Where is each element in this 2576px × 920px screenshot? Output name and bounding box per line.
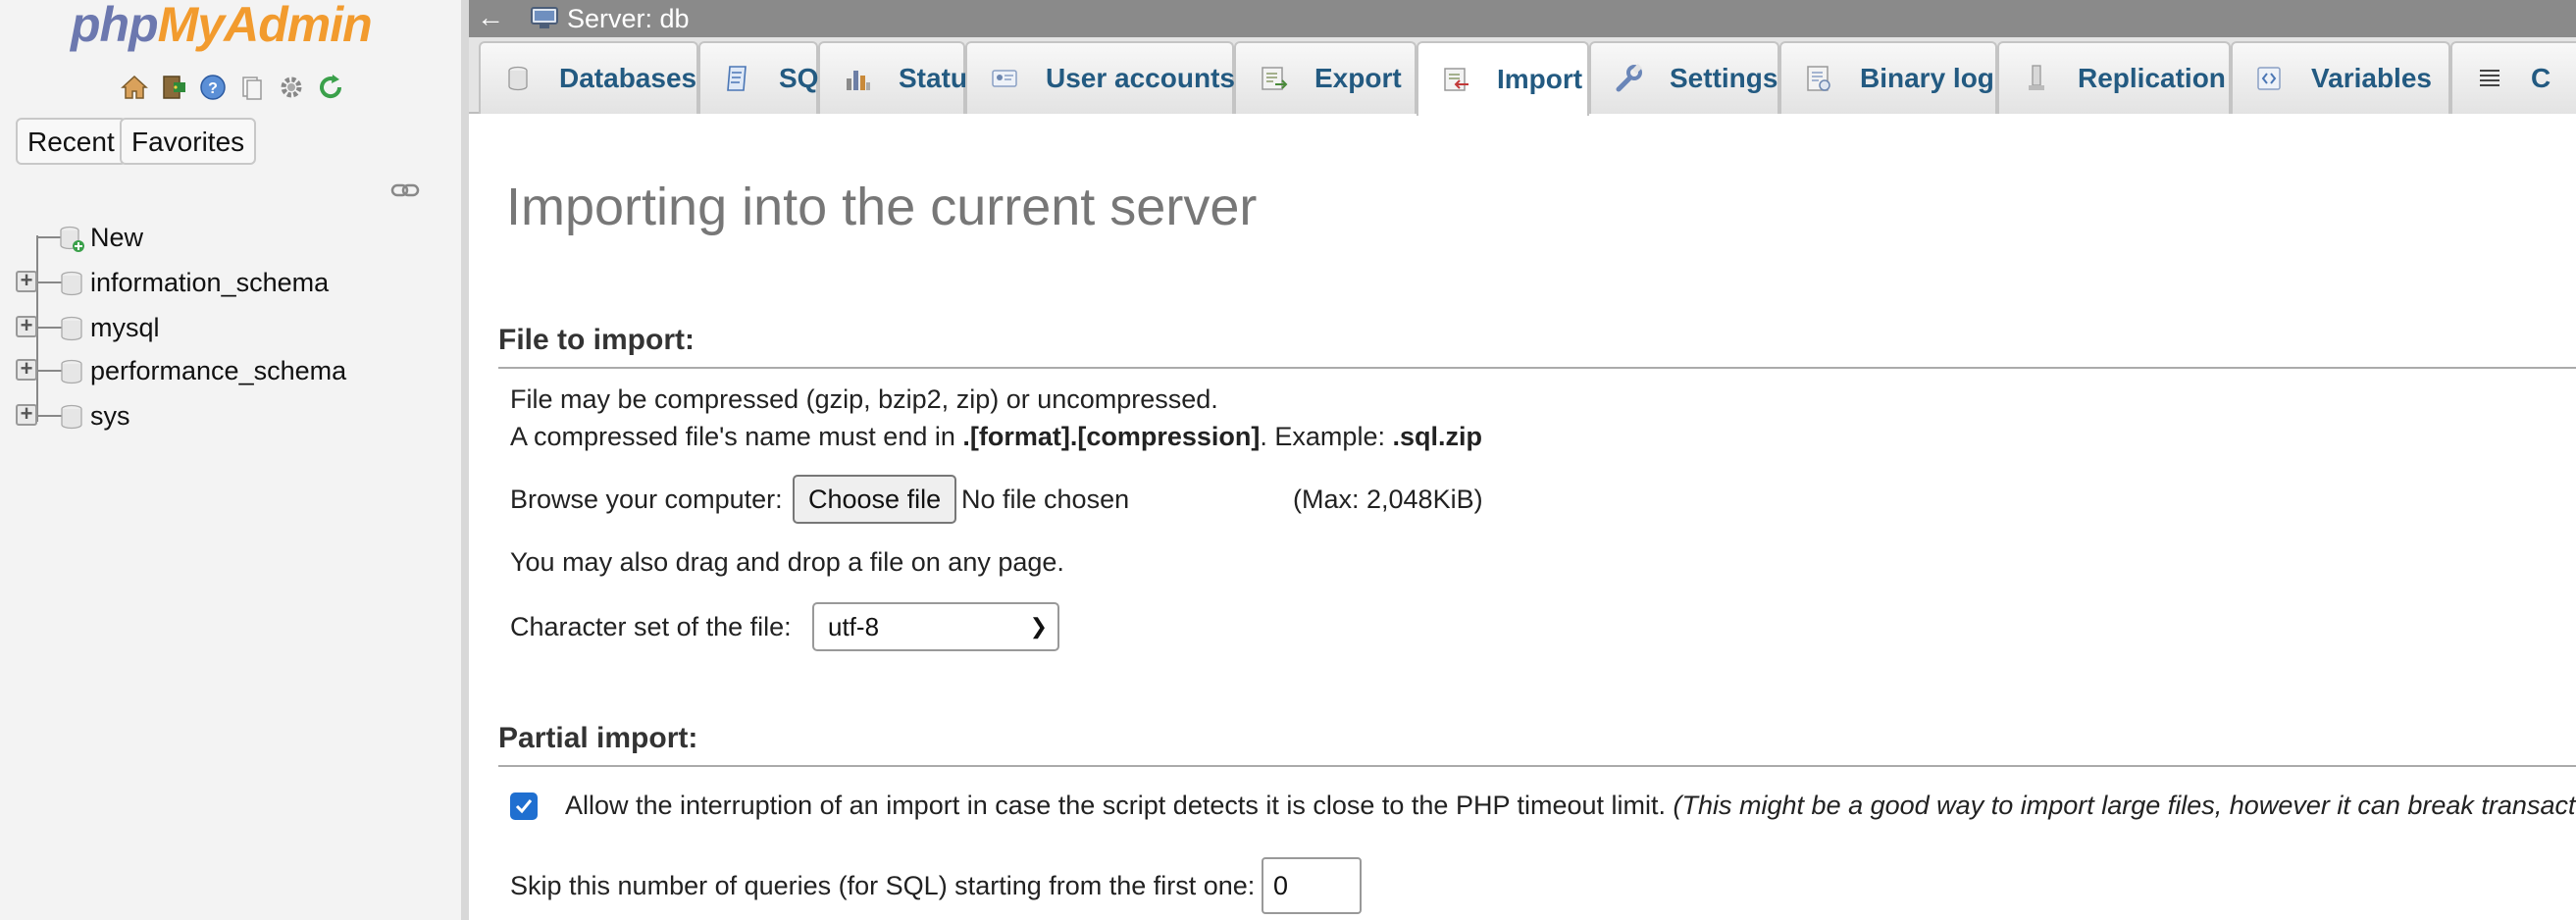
tab-label: Variables [2311,63,2432,93]
section-header-file-to-import: File to import: [498,324,2576,369]
tab-label: Import [1497,64,1583,94]
navigation-panel: phpMyAdmin ? Recent Favorites New + info… [0,0,469,920]
recent-tab[interactable]: Recent [16,118,127,165]
charset-selected-value: utf-8 [828,612,880,641]
binlog-icon [1807,66,1830,91]
import-page: Importing into the current server File t… [469,114,2576,920]
new-database-icon [60,226,84,252]
help-icon[interactable]: ? [196,71,230,104]
reload-icon[interactable] [314,71,347,104]
database-icon [61,404,82,430]
phpmyadmin-logo[interactable]: phpMyAdmin [71,0,373,53]
allow-interrupt-label[interactable]: Allow the interruption of an import in c… [565,791,1666,820]
tree-item-information-schema[interactable]: + information_schema [10,263,441,302]
checkmark-icon [515,799,533,814]
expand-plus-icon[interactable]: + [16,358,37,381]
page-title: Importing into the current server [506,178,1258,236]
tab-label: Replication [2078,63,2226,93]
logo-php-text: php [71,0,159,52]
tab-export[interactable]: Export [1234,41,1417,114]
tab-label: Export [1314,63,1402,93]
filename-note-example: .sql.zip [1392,422,1482,451]
compress-note: File may be compressed (gzip, bzip2, zip… [510,384,1218,414]
tab-databases[interactable]: Databases [479,41,698,114]
tab-label: Binary log [1860,63,1994,93]
charset-icon [2480,70,2499,86]
export-icon [1262,67,1288,90]
tab-label: User accounts [1046,63,1235,93]
server-breadcrumb-bar: ← Server: db [469,0,2576,37]
database-icon [61,359,82,384]
tree-item-new[interactable]: New [10,218,441,257]
tab-status[interactable]: Status [818,41,983,114]
server-icon [531,7,558,28]
tree-item-label[interactable]: New [90,220,143,255]
database-icon [61,316,82,341]
tree-item-label[interactable]: sys [90,398,130,434]
collapse-sidebar-arrow[interactable]: ← [477,0,504,35]
tab-user-accounts[interactable]: User accounts [965,41,1235,114]
replication-icon [2029,65,2044,90]
expand-plus-icon[interactable]: + [16,270,37,292]
import-icon [1444,68,1468,91]
tab-variables[interactable]: Variables [2231,41,2450,114]
expand-plus-icon[interactable]: + [16,315,37,337]
svg-text:?: ? [208,80,218,97]
logo-admin-text: MyAdmin [157,0,373,52]
allow-interrupt-text[interactable]: Allow the interruption of an import in c… [565,791,2576,821]
database-icon [61,271,82,296]
tab-label: Databases [559,63,697,93]
browse-label: Browse your computer: [510,485,783,514]
tab-import[interactable]: Import [1417,41,1589,116]
filename-note: A compressed file's name must end in .[f… [510,422,1482,452]
docs-icon[interactable] [235,71,269,104]
filename-note-format: .[format].[compression] [962,422,1261,451]
expand-plus-icon[interactable]: + [16,403,37,426]
tab-binary-log[interactable]: Binary log [1779,41,1997,114]
allow-interrupt-checkbox[interactable] [510,792,538,820]
drag-drop-note: You may also drag and drop a file on any… [510,547,1064,577]
max-upload-size: (Max: 2,048KiB) [1293,485,1483,514]
allow-interrupt-note: (This might be a good way to import larg… [1673,791,2576,820]
home-icon[interactable] [118,71,151,104]
status-icon [847,71,870,90]
tree-item-sys[interactable]: + sys [10,396,441,435]
charset-select[interactable]: utf-8 ❯ [812,602,1059,651]
settings-icon[interactable] [275,71,308,104]
server-breadcrumb[interactable]: Server: db [530,0,690,37]
tree-item-label[interactable]: information_schema [90,265,329,300]
tree-item-label[interactable]: mysql [90,310,160,345]
skip-queries-label: Skip this number of queries (for SQL) st… [510,871,1256,900]
filename-note-mid: . Example: [1260,422,1393,451]
no-file-chosen-text: No file chosen [961,485,1130,514]
tab-settings[interactable]: Settings [1589,41,1779,114]
sql-icon [727,66,747,91]
users-icon [992,70,1017,87]
tab-label: Settings [1670,63,1778,93]
tree-item-label[interactable]: performance_schema [90,353,346,388]
tree-item-performance-schema[interactable]: + performance_schema [10,351,441,390]
variables-icon [2257,67,2281,90]
logout-icon[interactable] [157,71,190,104]
tree-item-mysql[interactable]: + mysql [10,308,441,347]
navigation-icons: ? [118,71,347,106]
server-tabs: Databases SQL Status User accounts Expor… [469,37,2576,116]
filename-note-prefix: A compressed file's name must end in [510,422,963,451]
favorites-tab[interactable]: Favorites [120,118,257,165]
tab-sql[interactable]: SQL [698,41,836,114]
database-icon [508,66,528,91]
charset-label: Character set of the file: [510,612,792,641]
chevron-down-icon: ❯ [1029,614,1048,639]
tab-label: C [2531,63,2551,93]
tab-charsets[interactable]: C [2450,41,2576,114]
skip-queries-input[interactable]: 0 [1262,857,1362,914]
server-label[interactable]: Server: db [567,4,690,34]
link-icon[interactable] [390,180,420,200]
choose-file-button[interactable]: Choose file [793,475,957,524]
section-header-partial-import: Partial import: [498,722,2576,767]
wrench-icon [1616,64,1642,92]
tab-replication[interactable]: Replication [1997,41,2231,114]
